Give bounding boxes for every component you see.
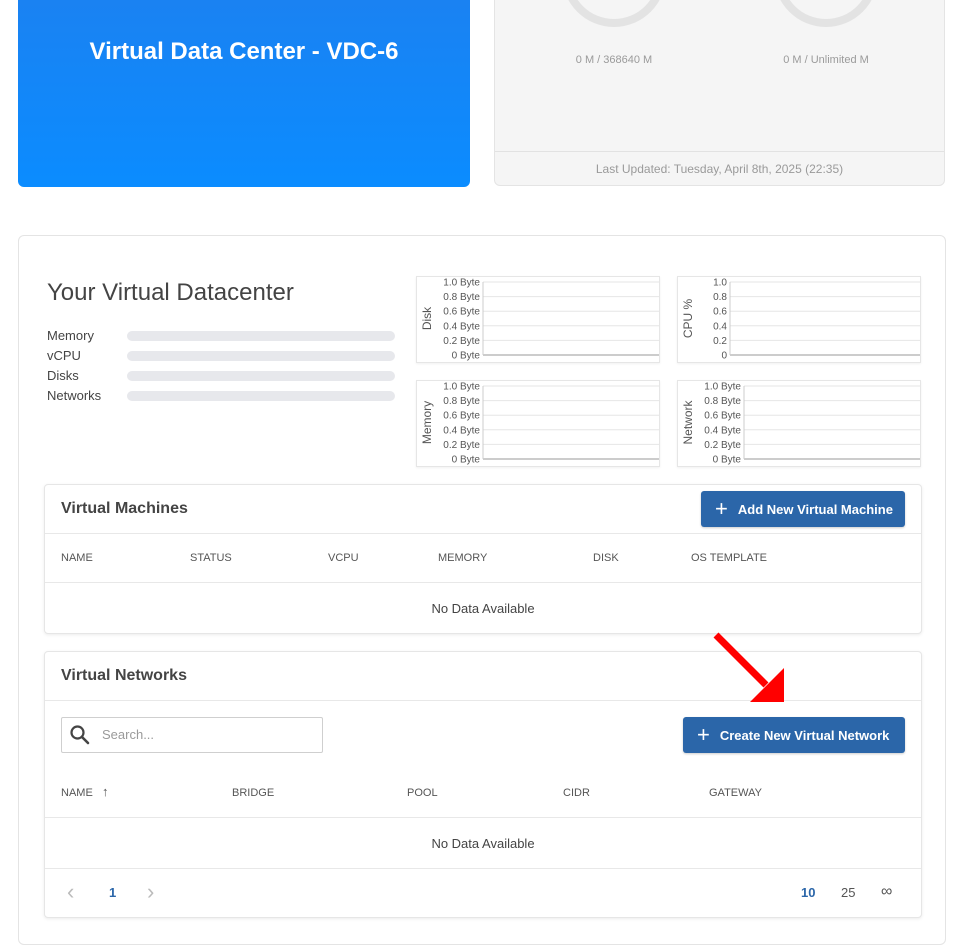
y-tick-label: 0.6 Byte: [443, 307, 480, 318]
network-col-bridge[interactable]: BRIDGE: [232, 787, 274, 799]
search-icon: [70, 725, 90, 745]
vdc-title: Virtual Data Center - VDC-6: [89, 38, 399, 65]
y-tick-label: 0.2 Byte: [443, 440, 480, 451]
vm-col-name[interactable]: NAME: [61, 552, 93, 564]
y-tick-label: 0.8 Byte: [704, 396, 741, 407]
last-updated-text: Last Updated: Tuesday, April 8th, 2025 (…: [495, 151, 944, 185]
disk-chart-svg: 1.0 Byte 0.8 Byte 0.6 Byte 0.4 Byte 0.2 Byte…: [420, 278, 659, 362]
y-tick-label: 0.8 Byte: [443, 396, 480, 407]
y-tick-label: 0.8: [713, 292, 727, 303]
page-size-all[interactable]: ∞: [881, 883, 892, 901]
memory-chart: 1.0 Byte 0.8 Byte 0.6 Byte 0.4 Byte 0.2 Byte…: [416, 380, 660, 467]
network-chart: 1.0 Byte 0.8 Byte 0.6 Byte 0.4 Byte 0.2 Byte…: [677, 380, 921, 467]
resource-label-networks: Networks: [47, 388, 102, 403]
vm-col-status[interactable]: STATUS: [190, 552, 232, 564]
divider: [45, 868, 921, 869]
create-virtual-network-button[interactable]: + Create New Virtual Network: [683, 717, 905, 753]
sort-ascending-icon[interactable]: ↑: [102, 784, 109, 799]
network-col-gateway[interactable]: GATEWAY: [709, 787, 762, 799]
storage-gauge-value: 0: [816, 0, 836, 1]
pagination-prev-button[interactable]: ‹: [67, 879, 74, 905]
vdc-heading: Your Virtual Datacenter: [47, 279, 294, 306]
memory-gauge: [562, 0, 666, 27]
network-col-pool[interactable]: POOL: [407, 787, 438, 799]
y-axis-label: Memory: [420, 401, 434, 444]
y-tick-label: 0.8 Byte: [443, 292, 480, 303]
y-tick-label: 0.6 Byte: [704, 411, 741, 422]
disks-usage-bar: [127, 371, 395, 381]
virtual-networks-panel: Virtual Networks + Create New Virtual Ne…: [44, 651, 922, 918]
storage-gauge-label: 0 M / Unlimited M: [783, 54, 869, 66]
network-empty-state: No Data Available: [431, 836, 535, 851]
pagination-page-1[interactable]: 1: [109, 885, 116, 900]
memory-usage-bar: [127, 331, 395, 341]
y-tick-label: 0 Byte: [452, 351, 481, 362]
y-axis-label: Network: [681, 399, 695, 444]
cpu-chart: 1.0 0.8 0.6 0.4 0.2 0 CPU %: [677, 276, 921, 363]
vm-col-memory[interactable]: MEMORY: [438, 552, 487, 564]
virtual-machines-title: Virtual Machines: [61, 500, 188, 517]
y-tick-label: 1.0: [713, 278, 727, 289]
network-search-input[interactable]: [100, 726, 314, 743]
storage-gauge: [774, 0, 878, 27]
vdc-hero-banner: Virtual Data Center - VDC-6: [18, 0, 470, 187]
y-tick-label: 1.0 Byte: [704, 382, 741, 393]
y-tick-label: 0.4: [713, 321, 727, 332]
y-axis-label: CPU %: [681, 299, 695, 339]
vm-empty-state: No Data Available: [431, 601, 535, 616]
pagination-next-button[interactable]: ›: [147, 879, 154, 905]
memory-gauge-label: 0 M / 368640 M: [575, 54, 653, 66]
add-virtual-machine-button[interactable]: + Add New Virtual Machine: [701, 491, 905, 527]
resource-label-memory: Memory: [47, 328, 94, 343]
virtual-datacenter-card: Your Virtual Datacenter Memory vCPU Disk…: [18, 235, 946, 945]
y-tick-label: 1.0 Byte: [443, 382, 480, 393]
y-tick-label: 0 Byte: [452, 455, 481, 466]
y-tick-label: 0.6 Byte: [443, 411, 480, 422]
plus-icon: +: [697, 722, 710, 747]
y-tick-label: 0.4 Byte: [443, 321, 480, 332]
virtual-machines-panel: Virtual Machines + Add New Virtual Machi…: [44, 484, 922, 634]
plus-icon: +: [715, 496, 728, 521]
y-tick-label: 0.4 Byte: [704, 425, 741, 436]
divider: [45, 582, 921, 583]
y-tick-label: 0.4 Byte: [443, 425, 480, 436]
page-size-10[interactable]: 10: [801, 885, 815, 900]
y-tick-label: 0.2: [713, 336, 727, 347]
vcpu-usage-bar: [127, 351, 395, 361]
divider: [45, 817, 921, 818]
network-chart-svg: 1.0 Byte 0.8 Byte 0.6 Byte 0.4 Byte 0.2 Byte…: [681, 382, 920, 466]
divider: [45, 700, 921, 701]
network-col-cidr[interactable]: CIDR: [563, 787, 590, 799]
vm-col-vcpu[interactable]: VCPU: [328, 552, 359, 564]
y-tick-label: 0.2 Byte: [704, 440, 741, 451]
cpu-chart-svg: 1.0 0.8 0.6 0.4 0.2 0 CPU %: [681, 278, 920, 362]
page-size-25[interactable]: 25: [841, 885, 855, 900]
vm-col-disk[interactable]: DISK: [593, 552, 619, 564]
create-virtual-network-label: Create New Virtual Network: [719, 727, 890, 743]
networks-usage-bar: [127, 391, 395, 401]
y-tick-label: 0.6: [713, 307, 727, 318]
y-axis-label: Disk: [420, 306, 434, 330]
vm-col-os-template[interactable]: OS TEMPLATE: [691, 552, 767, 564]
usage-stats-card: 0 0 M / 368640 M 0 0 M / Unlimited M Las…: [494, 0, 945, 186]
memory-chart-svg: 1.0 Byte 0.8 Byte 0.6 Byte 0.4 Byte 0.2 Byte…: [420, 382, 659, 466]
resource-label-disks: Disks: [47, 368, 79, 383]
y-tick-label: 0 Byte: [713, 455, 742, 466]
y-tick-label: 0: [721, 351, 727, 362]
network-col-name[interactable]: NAME: [61, 787, 93, 799]
memory-gauge-value: 0: [604, 0, 624, 1]
add-virtual-machine-label: Add New Virtual Machine: [737, 501, 893, 517]
divider: [45, 533, 921, 534]
network-search-box[interactable]: [61, 717, 323, 753]
y-tick-label: 0.2 Byte: [443, 336, 480, 347]
disk-chart: 1.0 Byte 0.8 Byte 0.6 Byte 0.4 Byte 0.2 Byte…: [416, 276, 660, 363]
virtual-networks-title: Virtual Networks: [61, 667, 187, 684]
y-tick-label: 1.0 Byte: [443, 278, 480, 289]
resource-label-vcpu: vCPU: [47, 348, 81, 363]
